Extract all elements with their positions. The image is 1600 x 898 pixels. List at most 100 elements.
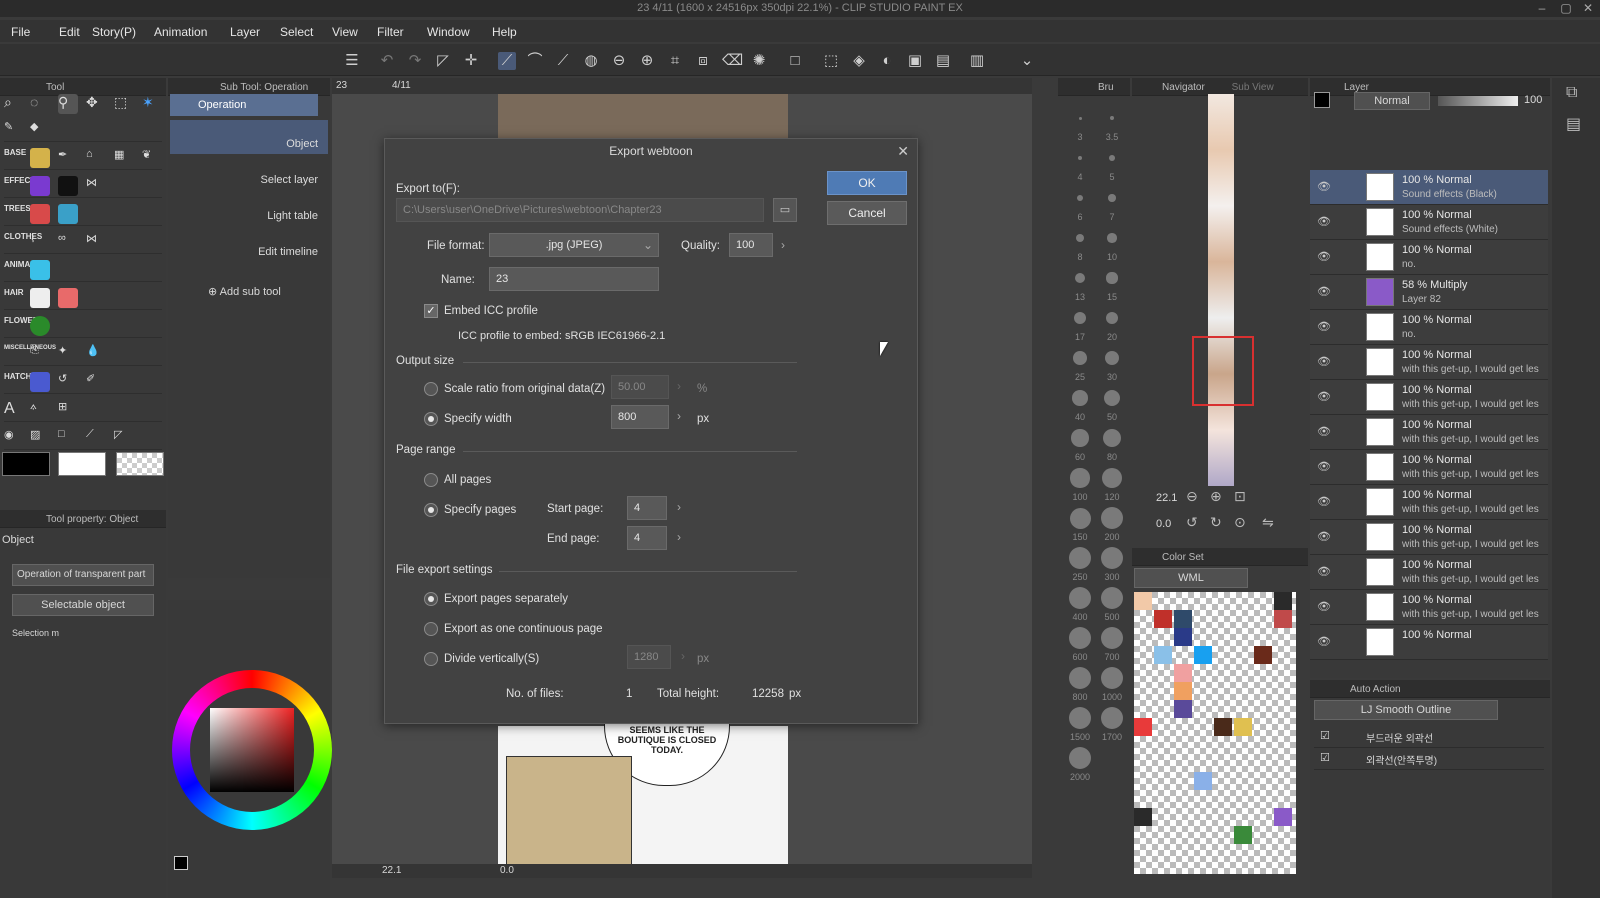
folder-icon[interactable]: ▣ [906,52,924,70]
landscape-icon[interactable] [58,204,78,224]
eraser-tool-icon[interactable]: ◆ [30,120,50,140]
zoom-tool-icon[interactable]: ⌕ [4,94,24,114]
marquee-tool-icon[interactable]: ⬚ [114,94,134,114]
color-set-select[interactable]: WML [1134,568,1248,588]
swatch[interactable] [1174,700,1192,718]
eye-icon[interactable]: 👁 [1316,565,1332,579]
brush-size-dot[interactable] [1078,116,1082,120]
hatch-pen-icon[interactable] [30,372,50,392]
swatch[interactable] [1254,646,1272,664]
swatch[interactable] [1174,628,1192,646]
sub-tool-light-table[interactable]: Light table [170,192,328,226]
eyedropper-icon[interactable]: ✎ [4,120,24,140]
canvas-tab-page[interactable]: 4/11 [392,80,411,91]
transparent-swatch[interactable] [116,452,164,476]
layer-color-icon[interactable] [1314,92,1330,108]
auto-action-item-1[interactable]: ☑ 부드러운 외곽선 [1314,726,1544,748]
color-swatch-grid[interactable] [1134,592,1296,874]
brush-size-dot[interactable] [1101,667,1123,689]
rect-icon[interactable]: □ [58,428,78,448]
dialog-close-icon[interactable]: ✕ [897,143,909,160]
navigator-viewport[interactable] [1192,336,1254,406]
eye-icon[interactable]: 👁 [1316,600,1332,614]
cat-icon[interactable] [30,260,50,280]
zoom-out-icon[interactable]: ⊖ [610,52,628,70]
brush-size-dot[interactable] [1107,233,1117,243]
menu-layer[interactable]: Layer [230,25,260,39]
nav-rotate-left-icon[interactable]: ↺ [1186,514,1198,531]
line-icon[interactable]: ⟋ [554,52,572,70]
eye-icon[interactable]: 👁 [1316,320,1332,334]
eye-icon[interactable]: 👁 [1316,425,1332,439]
brush-size-dot[interactable] [1101,587,1123,609]
export-path-field[interactable]: C:\Users\user\OneDrive\Pictures\webtoon\… [396,198,764,222]
layer-row[interactable]: 👁 100 % Normal with this get-up, I would g… [1310,450,1548,485]
brush-size-dot[interactable] [1077,155,1083,161]
swatch[interactable] [1154,610,1172,628]
sub-tool-group[interactable]: Operation [170,94,318,116]
color-square[interactable] [210,708,294,792]
layer-icon[interactable]: ◈ [850,52,868,70]
layer-row[interactable]: 👁 100 % Normal with this get-up, I would g… [1310,485,1548,520]
brush-size-dot[interactable] [1072,390,1088,406]
operation-tool-icon[interactable]: ⚲ [58,94,78,114]
chevron-down-icon[interactable]: ⌄ [1018,52,1036,70]
brush-size-dot[interactable] [1102,428,1122,448]
layer-row[interactable]: 👁 100 % Normal with this get-up, I would g… [1310,380,1548,415]
swatch[interactable] [1174,664,1192,682]
canvas-angle[interactable]: 0.0 [500,865,514,876]
close-window-icon[interactable]: ✕ [1578,1,1598,15]
swatch[interactable] [1274,610,1292,628]
color-icon[interactable]: ◐ [878,52,896,70]
swatch[interactable] [1194,772,1212,790]
navigator-title[interactable]: Navigator [1162,82,1205,93]
layer-row[interactable]: 👁 100 % Normal with this get-up, I would g… [1310,345,1548,380]
move-icon[interactable]: ✛ [462,52,480,70]
nav-rotate-right-icon[interactable]: ↻ [1210,514,1222,531]
building-icon[interactable]: ⌂ [86,148,106,168]
grid-icon[interactable]: ▦ [114,148,134,168]
canvas-zoom[interactable]: 22.1 [382,865,401,876]
layer-row[interactable]: 👁 100 % Normal with this get-up, I would g… [1310,555,1548,590]
main-color-swatch[interactable] [2,452,50,476]
brush-size-dot[interactable] [1069,587,1091,609]
feather-icon[interactable]: ✐ [86,372,106,392]
menu-filter[interactable]: Filter [377,25,404,39]
correct-line-icon[interactable]: ◸ [114,428,134,448]
brush-size-dot[interactable] [1105,311,1119,325]
export-icon[interactable]: ▤ [934,52,952,70]
ruler-icon[interactable]: ⟋ [86,428,106,448]
lasso-tool-icon[interactable]: ◌ [30,94,50,114]
selection-icon[interactable]: ⬚ [822,52,840,70]
maximize-icon[interactable]: ▢ [1556,1,1576,15]
brush-size-dot[interactable] [1069,627,1091,649]
pen-icon[interactable]: ✒ [58,148,78,168]
nav-fit-icon[interactable]: ⊡ [1234,488,1246,505]
brush-size-dot[interactable] [1075,233,1085,243]
auto-action-check-icon[interactable]: ☑ [1320,751,1330,764]
hair-color-icon[interactable] [58,288,78,308]
divide-vertically-input[interactable]: 1280 [627,645,671,669]
navigator-preview[interactable] [1208,94,1234,486]
auto-action-set-select[interactable]: LJ Smooth Outline [1314,700,1498,720]
star-icon[interactable]: ✦ [58,344,78,364]
start-page-arrow-icon[interactable]: › [677,500,681,514]
nav-flip-icon[interactable]: ⇋ [1262,514,1274,531]
eye-icon[interactable]: 👁 [1316,285,1332,299]
all-pages-radio[interactable] [424,473,438,487]
eraser-icon[interactable]: ⌫ [722,52,743,70]
file-format-select[interactable]: .jpg (JPEG) [489,233,659,257]
layer-row[interactable]: 👁 100 % Normal with this get-up, I would g… [1310,415,1548,450]
drop-icon[interactable]: 💧 [86,344,106,364]
layer-row[interactable]: 👁 100 % Normal no. [1310,310,1548,345]
selectable-object-select[interactable]: Selectable object [12,594,154,616]
auto-action-check-icon[interactable]: ☑ [1320,729,1330,742]
settings-icon[interactable]: ✺ [750,52,768,70]
layer-row[interactable]: 👁 100 % Normal [1310,625,1548,660]
magic-wand-icon[interactable]: ✶ [142,94,162,114]
eye-icon[interactable]: 👁 [1316,250,1332,264]
cancel-button[interactable]: Cancel [827,201,907,225]
subview-title[interactable]: Sub View [1232,82,1274,93]
brush-size-dot[interactable] [1070,468,1090,488]
stamp-icon[interactable]: ⎘ [30,344,50,364]
